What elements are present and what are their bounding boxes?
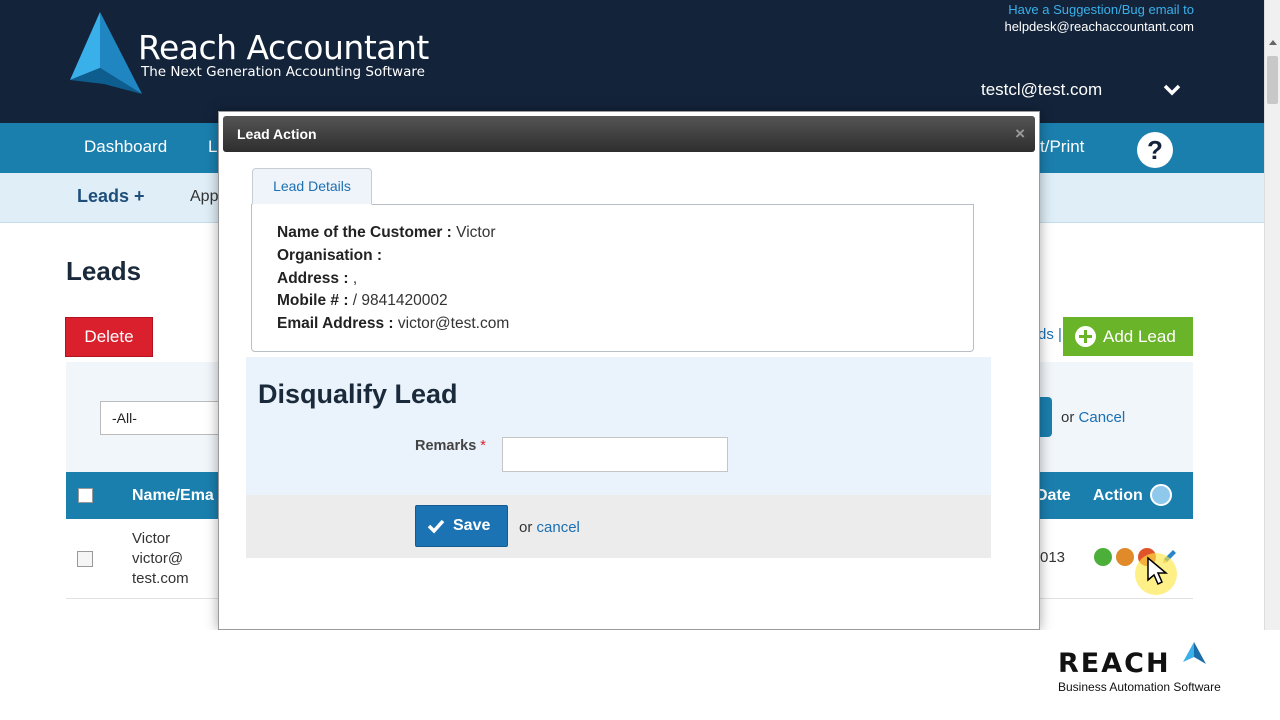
scroll-up-icon[interactable] [1269, 40, 1277, 45]
reach-triangle-icon [1183, 642, 1206, 664]
modal-title: Lead Action [237, 126, 317, 142]
helpdesk-email-link[interactable]: helpdesk@reachaccountant.com [1004, 19, 1194, 34]
tab-lead-details[interactable]: Lead Details [252, 168, 372, 205]
disqualify-panel: Disqualify Lead Remarks * [246, 357, 991, 495]
lead-details-box: Name of the Customer : Victor Organisati… [251, 204, 974, 352]
detail-mobile: Mobile # : / 9841420002 [277, 292, 448, 310]
row-checkbox[interactable] [77, 551, 93, 567]
filter-or-text: or [1061, 409, 1075, 426]
column-header-date[interactable]: Date [1036, 487, 1071, 505]
detail-label: Organisation : [277, 247, 383, 264]
suggestion-text: Have a Suggestion/Bug email to [1008, 2, 1194, 17]
detail-label: Mobile # : [277, 292, 349, 309]
modal-footer: Save or cancel [246, 495, 991, 558]
add-lead-label: Add Lead [1103, 327, 1176, 346]
row-date: 013 [1040, 549, 1066, 566]
nav-item-print[interactable]: t/Print [1040, 137, 1084, 157]
reach-logo-icon [70, 12, 142, 94]
detail-value: , [352, 270, 358, 287]
brand-name: Reach Accountant [138, 28, 429, 67]
row-email-line2: test.com [132, 570, 189, 587]
detail-value: victor@test.com [397, 315, 510, 332]
remarks-label-text: Remarks [415, 438, 477, 454]
watermark-tagline: Business Automation Software [1058, 680, 1221, 694]
delete-button[interactable]: Delete [65, 317, 153, 357]
select-all-checkbox[interactable] [78, 488, 93, 503]
close-icon[interactable]: × [1015, 124, 1025, 144]
subnav-leads-add[interactable]: Leads + [77, 186, 145, 207]
modal-header: Lead Action × [223, 116, 1035, 152]
column-header-action: Action [1093, 487, 1143, 504]
app-header: Reach Accountant The Next Generation Acc… [0, 0, 1264, 123]
leads-link[interactable]: ds | [1038, 326, 1062, 343]
nav-item-dashboard[interactable]: Dashboard [84, 137, 167, 157]
save-label: Save [453, 517, 491, 534]
detail-value: / 9841420002 [352, 292, 448, 309]
detail-label: Email Address : [277, 315, 394, 332]
lead-action-modal: Lead Action × Lead Details Name of the C… [218, 111, 1040, 630]
detail-label: Address : [277, 270, 349, 287]
detail-organisation: Organisation : [277, 247, 382, 265]
remarks-input[interactable] [502, 437, 728, 472]
remarks-label: Remarks * [415, 438, 486, 454]
detail-address: Address : , [277, 270, 357, 288]
filter-cancel-link[interactable]: Cancel [1079, 409, 1126, 426]
detail-customer-name: Name of the Customer : Victor [277, 224, 496, 242]
mouse-pointer-icon [1147, 556, 1169, 586]
row-name-email: Victor victor@ test.com [132, 529, 189, 589]
brand-tagline: The Next Generation Accounting Software [141, 64, 425, 80]
row-email-line1: victor@ [132, 550, 184, 567]
check-icon [427, 519, 445, 534]
row-name: Victor [132, 530, 171, 547]
page-title: Leads [66, 256, 142, 286]
page-scrollbar[interactable] [1264, 0, 1280, 630]
watermark-logo: REACH [1058, 648, 1171, 679]
section-title: Disqualify Lead [258, 379, 458, 409]
plus-circle-icon [1075, 326, 1096, 347]
scroll-thumb[interactable] [1267, 56, 1278, 104]
filter-or: or Cancel [1061, 409, 1125, 426]
filter-select[interactable]: -All- [100, 401, 230, 435]
user-email-menu[interactable]: testcl@test.com [981, 80, 1102, 100]
footer-or: or cancel [519, 519, 580, 536]
cancel-link[interactable]: cancel [537, 519, 580, 536]
check-circle-icon[interactable] [1094, 548, 1112, 566]
convert-icon[interactable] [1116, 548, 1134, 566]
nav-item-leads[interactable]: L [208, 137, 217, 157]
required-mark: * [480, 438, 486, 454]
refresh-icon[interactable] [1150, 484, 1172, 506]
detail-label: Name of the Customer : [277, 224, 452, 241]
add-lead-button[interactable]: Add Lead [1063, 317, 1193, 356]
subnav-appointments[interactable]: App [190, 188, 218, 206]
detail-value: Victor [456, 224, 496, 241]
chevron-down-icon[interactable] [1162, 82, 1182, 98]
detail-email: Email Address : victor@test.com [277, 315, 509, 333]
save-button[interactable]: Save [415, 505, 508, 547]
help-button[interactable]: ? [1137, 132, 1173, 168]
footer-or-text: or [519, 519, 533, 536]
column-header-name[interactable]: Name/Ema [132, 487, 214, 505]
